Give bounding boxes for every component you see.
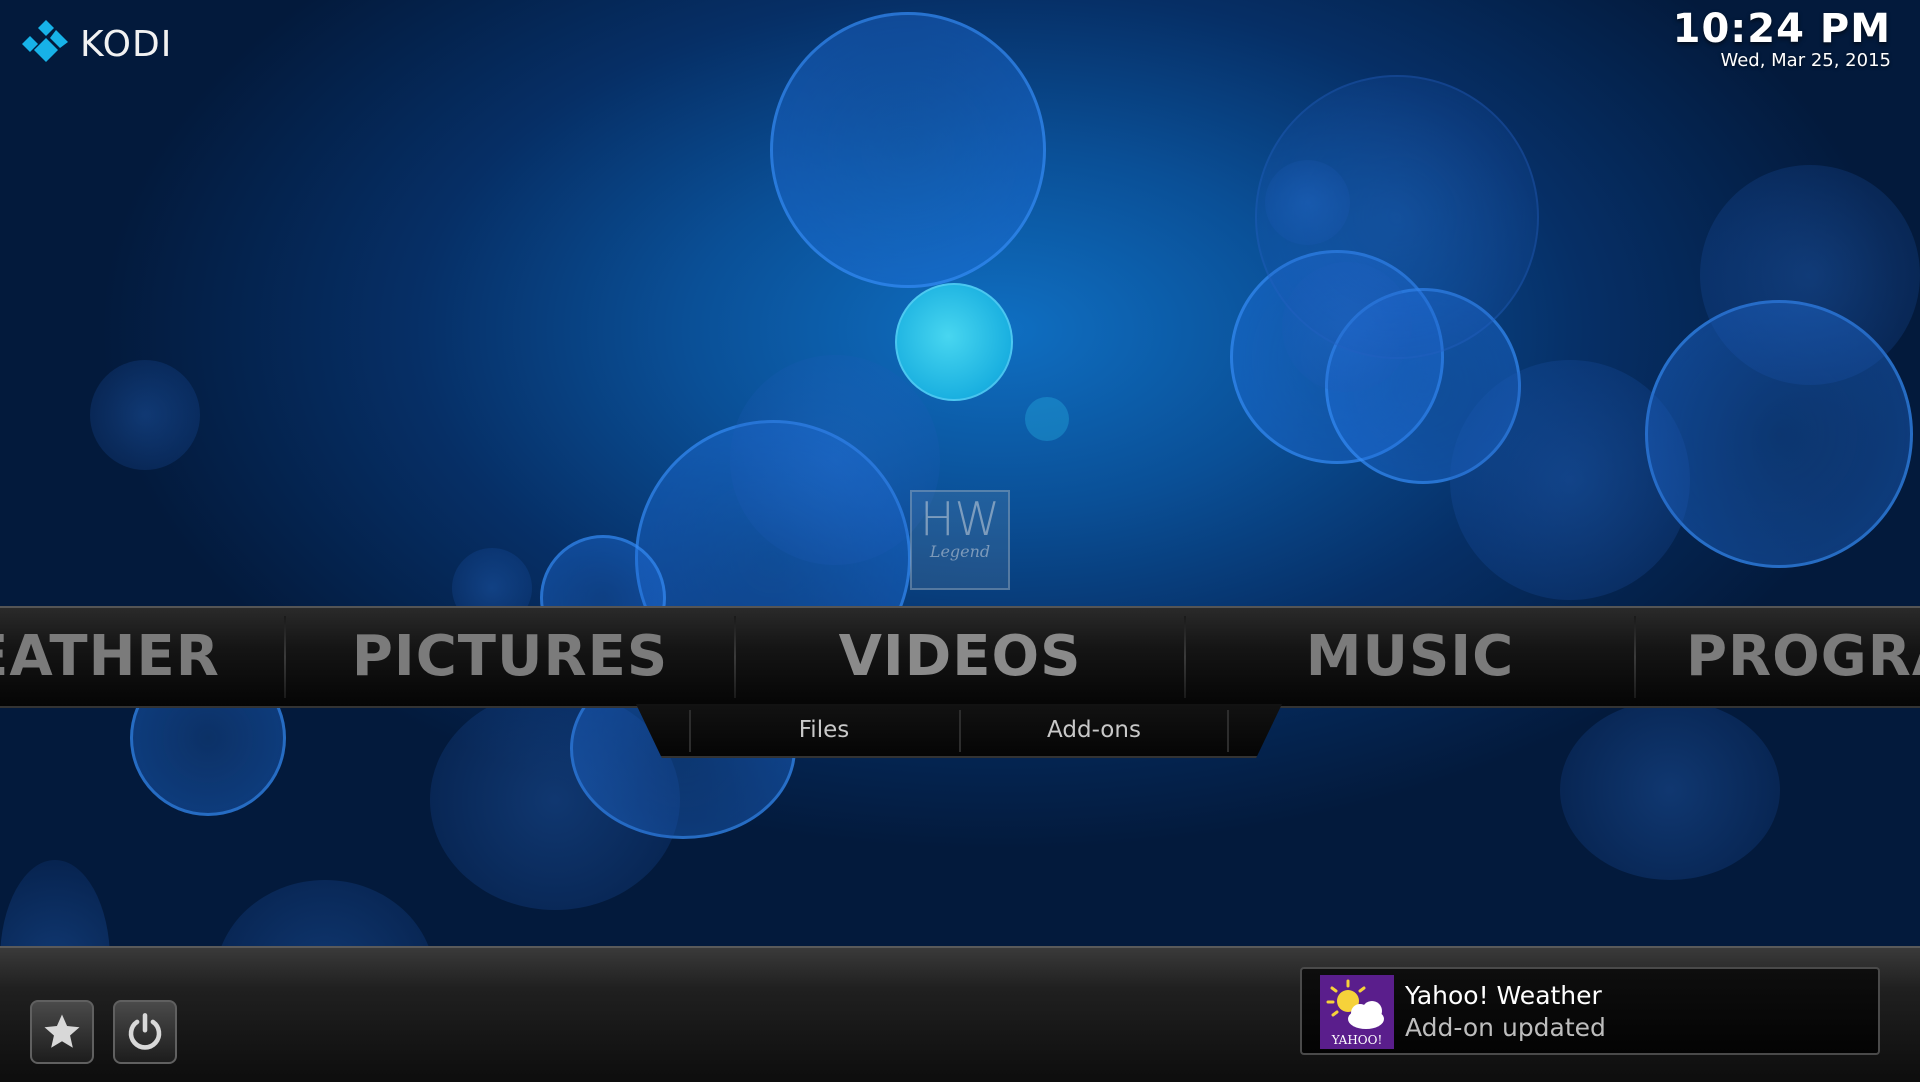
watermark-top: HW <box>919 492 1001 546</box>
menu-item-weather[interactable]: EATHER <box>0 608 220 706</box>
menu-item-pictures[interactable]: PICTURES <box>286 608 734 706</box>
notification-title: Yahoo! Weather <box>1405 981 1602 1010</box>
yahoo-weather-icon: YAHOO! <box>1320 975 1394 1049</box>
favourites-button[interactable] <box>30 1000 94 1064</box>
sun-cloud-icon <box>1326 979 1384 1029</box>
videos-submenu: Files Add-ons <box>636 704 1282 758</box>
watermark-logo: HW Legend <box>910 490 1010 590</box>
submenu-divider <box>1227 710 1229 752</box>
star-icon <box>44 1014 80 1048</box>
notification-icon-label: YAHOO! <box>1331 1033 1383 1047</box>
power-button[interactable] <box>113 1000 177 1064</box>
kodi-logo: KODI <box>20 18 172 70</box>
notification-message: Add-on updated <box>1405 1013 1606 1042</box>
main-menu-bar: EATHER PICTURES VIDEOS MUSIC PROGRA <box>0 606 1920 708</box>
menu-divider <box>1634 616 1636 698</box>
submenu-item-addons[interactable]: Add-ons <box>961 704 1227 756</box>
kodi-logo-icon <box>22 20 68 62</box>
clock-time: 10:24 PM <box>1672 6 1891 52</box>
notification-toast: YAHOO! Yahoo! Weather Add-on updated <box>1300 967 1880 1055</box>
clock: 10:24 PM Wed, Mar 25, 2015 <box>1673 6 1891 71</box>
power-icon <box>128 1013 162 1050</box>
menu-item-programs[interactable]: PROGRA <box>1686 608 1920 706</box>
menu-item-music[interactable]: MUSIC <box>1186 608 1634 706</box>
clock-date: Wed, Mar 25, 2015 <box>1720 50 1891 71</box>
submenu-item-files[interactable]: Files <box>691 704 957 756</box>
kodi-logo-text: KODI <box>80 23 173 65</box>
menu-item-videos[interactable]: VIDEOS <box>736 608 1184 706</box>
